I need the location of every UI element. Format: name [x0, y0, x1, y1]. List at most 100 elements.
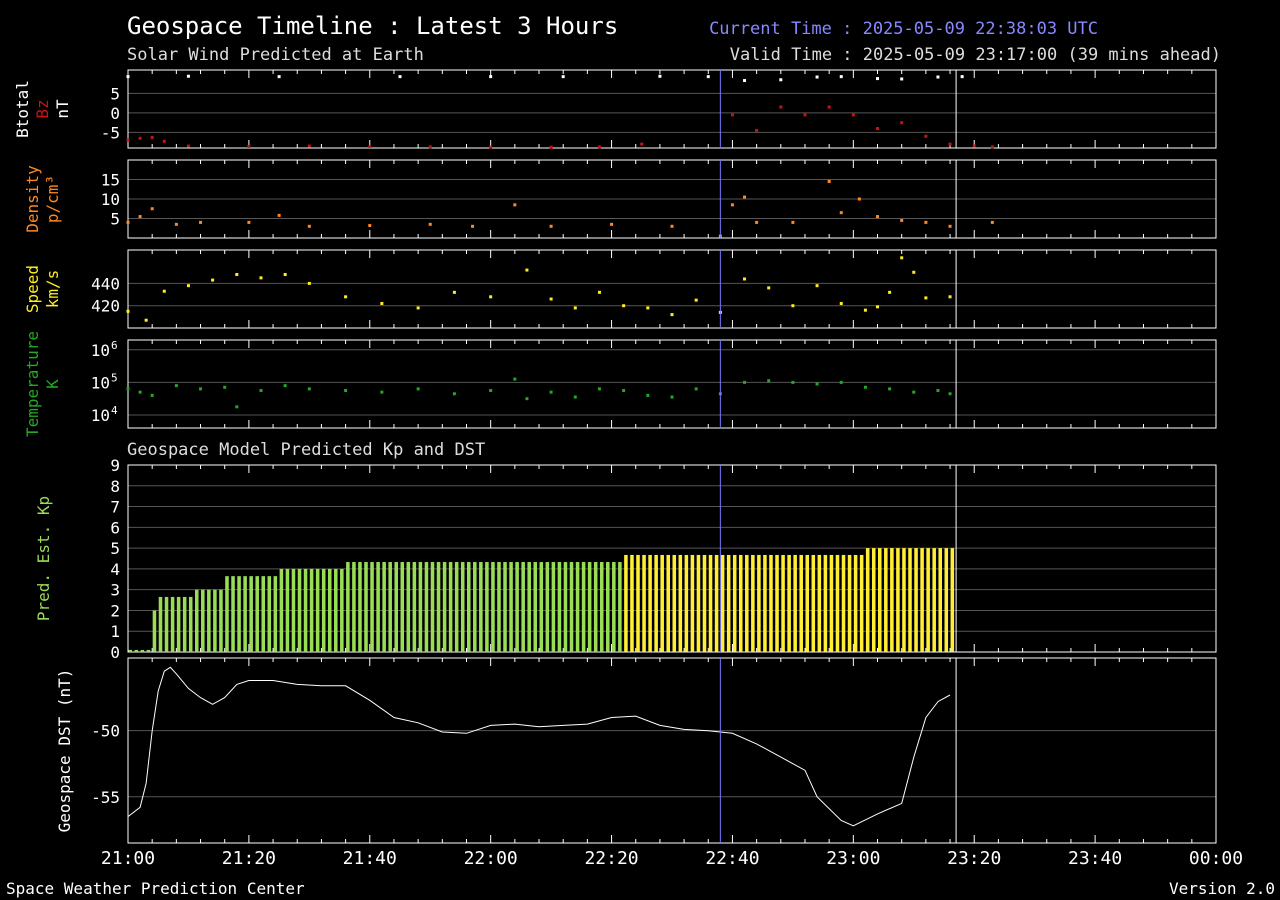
kp-bar [418, 562, 423, 652]
magnetic_field-point-bz [851, 113, 855, 117]
kp-bar [188, 596, 193, 652]
kp-bar [902, 548, 906, 652]
kp-bar [164, 596, 169, 652]
speed-frame [127, 249, 1217, 329]
speed-point-speed [670, 313, 674, 317]
kp-bar [346, 562, 350, 652]
kp-bar [309, 568, 314, 652]
temperature-point-temperature [489, 389, 493, 393]
speed-point-speed [791, 304, 795, 308]
magnetic_field-y-axis-label: nT [53, 99, 72, 119]
magnetic_field-frame [127, 69, 1217, 149]
kp-bar [865, 548, 870, 652]
kp-bar [261, 576, 266, 652]
kp-bar [297, 568, 302, 652]
valid-time-label: Valid Time : 2025-05-09 23:17:00 (39 min… [730, 45, 1221, 65]
magnetic_field-y-tick-label: 0 [110, 104, 120, 123]
kp-bar [533, 562, 538, 652]
kp-bar [835, 554, 840, 652]
temperature-point-temperature [936, 389, 940, 393]
speed-point-speed [452, 290, 456, 294]
temperature-point-temperature [513, 377, 517, 381]
speed-point-speed [863, 308, 867, 312]
temperature-point-temperature [815, 382, 819, 386]
kp-bar [358, 562, 362, 652]
kp-panel: 9876543210Pred. Est. Kp [34, 456, 1217, 662]
magnetic_field-point-bz [948, 142, 952, 146]
kp-bar [243, 576, 247, 652]
kp-bar [908, 548, 912, 652]
magnetic_field-point-bz [247, 144, 251, 148]
kp-y-tick-label: 3 [110, 581, 120, 600]
magnetic_field-point-bz [640, 142, 644, 146]
kp-y-axis-label: Pred. Est. Kp [34, 496, 53, 621]
magnetic_field-point-bz [876, 127, 880, 130]
kp-bar [932, 548, 936, 652]
kp-bar [128, 649, 133, 652]
kp-bar [702, 554, 707, 652]
x-tick-label: 21:40 [343, 848, 397, 869]
kp-bar [207, 589, 211, 652]
kp-bar [708, 554, 713, 652]
kp-bar [466, 562, 471, 652]
model-section-title: Geospace Model Predicted Kp and DST [127, 440, 485, 460]
kp-bar [829, 554, 834, 652]
magnetic_field-point-btotal [561, 75, 565, 79]
magnetic_field-point-bz [549, 145, 553, 149]
kp-bar [624, 554, 628, 652]
temperature-point-temperature [791, 380, 795, 384]
kp-bar [890, 548, 894, 652]
speed-point-speed [489, 295, 493, 299]
magnetic_field-point-btotal [658, 74, 662, 78]
dst-panel: -50 -55 Geospace DST (nT) [55, 657, 1217, 844]
density-y-axis-label: Density [23, 165, 42, 233]
magnetic_field-point-btotal [936, 75, 940, 79]
kp-bar [654, 554, 658, 652]
kp-bar [460, 562, 465, 652]
kp-bar [376, 562, 380, 652]
kp-bar [569, 562, 574, 652]
kp-bar [176, 596, 181, 652]
temperature-point-temperature [259, 389, 263, 393]
magnetic_field-y-axis-label: Btotal [13, 80, 32, 138]
speed-point-speed [743, 277, 747, 281]
density-point-density [948, 224, 952, 228]
speed-point-speed [307, 281, 311, 285]
kp-bar [303, 568, 308, 652]
temperature-point-temperature [597, 387, 601, 391]
speed-point-speed [259, 276, 263, 280]
speed-point-speed [549, 297, 553, 301]
kp-bar [491, 562, 495, 652]
kp-y-tick-label: 0 [110, 643, 120, 662]
speed-point-speed [416, 306, 420, 310]
speed-point-speed [646, 306, 650, 310]
magnetic_field-point-btotal [839, 75, 843, 79]
dst-y-axis-label: Geospace DST (nT) [55, 669, 74, 833]
kp-bar [726, 554, 731, 652]
kp-bar [249, 576, 253, 652]
kp-bar [732, 554, 737, 652]
magnetic_field-point-bz [924, 134, 928, 138]
kp-bar [279, 568, 284, 652]
magnetic_field-panel: 50-5 Btotal Bz nT [13, 69, 1217, 149]
magnetic_field-point-btotal [398, 75, 402, 79]
speed-point-speed [344, 295, 348, 299]
kp-bar [787, 554, 791, 652]
kp-bar [914, 548, 918, 652]
magnetic_field-point-bz [990, 145, 994, 149]
temperature-y-tick-label: 10 [91, 406, 110, 425]
magnetic_field-point-bz [489, 145, 493, 149]
kp-bar [618, 562, 622, 652]
kp-bar [370, 562, 374, 652]
kp-y-tick-label: 2 [110, 601, 120, 620]
speed-point-speed [597, 290, 601, 294]
kp-bar [539, 562, 544, 652]
kp-bar [714, 554, 719, 652]
magnetic_field-point-btotal [779, 78, 783, 82]
kp-bar [751, 554, 755, 652]
speed-point-speed [948, 295, 952, 299]
x-tick-label: 22:20 [584, 848, 638, 869]
kp-bar [225, 576, 229, 652]
kp-bar [321, 568, 326, 652]
kp-bar [394, 562, 398, 652]
